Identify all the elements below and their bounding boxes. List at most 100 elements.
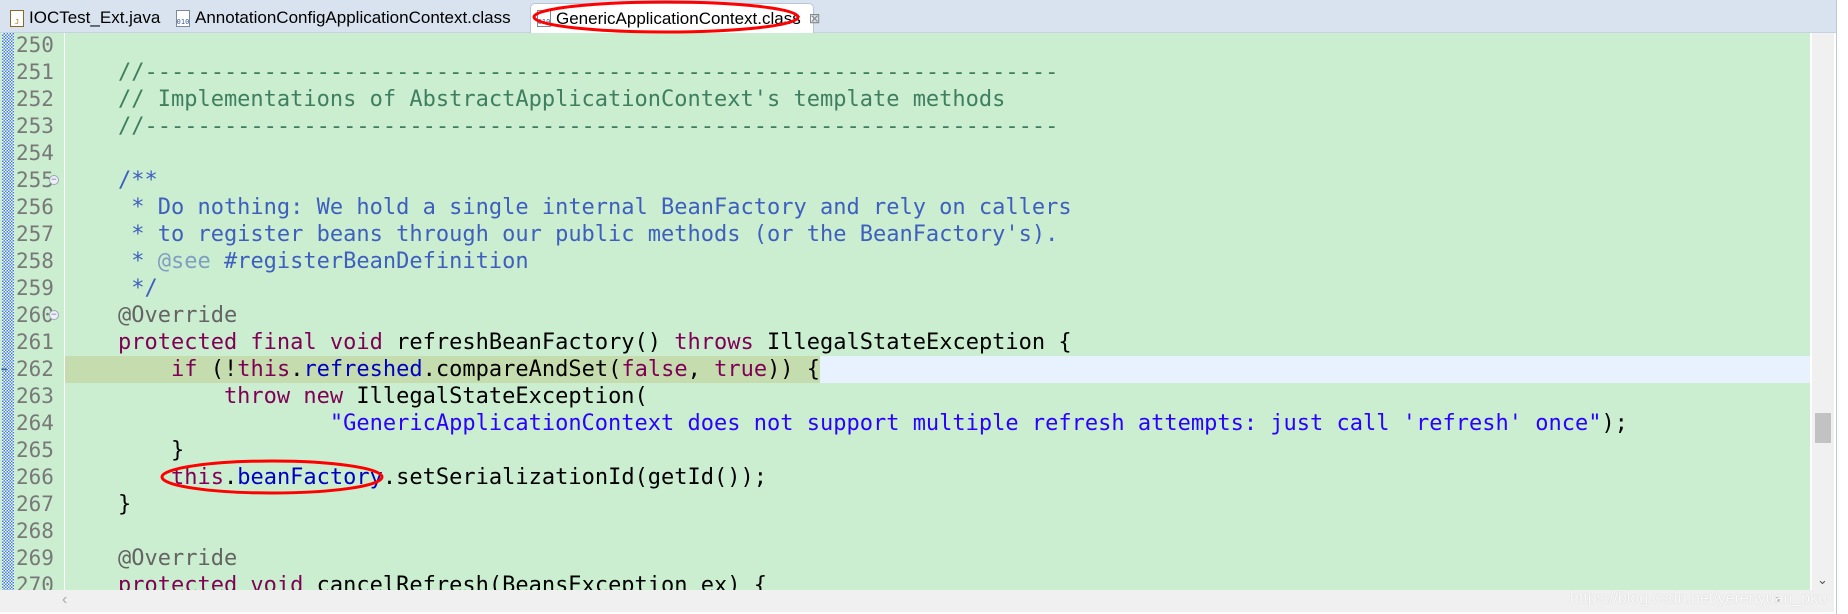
line-number: 266: [16, 465, 54, 489]
line-number: 263: [16, 384, 54, 408]
code-line: 268: [0, 518, 1810, 545]
scroll-left-icon[interactable]: ‹: [62, 591, 67, 609]
editor-tab-bar: J IOCTest_Ext.java 010 AnnotationConfigA…: [0, 0, 1848, 33]
code-text: if (!this.refreshed.compareAndSet(false,…: [65, 356, 820, 383]
code-text: }: [65, 437, 184, 464]
code-line: 269 @Override: [0, 545, 1810, 572]
line-number: 250: [16, 33, 54, 57]
code-token: throw new: [65, 384, 357, 409]
code-line: 263 throw new IllegalStateException(: [0, 383, 1810, 410]
code-token: if: [65, 357, 211, 382]
code-token: beanFactory: [237, 465, 383, 490]
close-tab-icon[interactable]: ⊠: [809, 10, 821, 27]
code-token: * to register beans through our public m…: [65, 222, 1059, 247]
code-text: protected final void refreshBeanFactory(…: [65, 329, 1072, 356]
code-line: 254: [0, 140, 1810, 167]
code-token: "GenericApplicationContext does not supp…: [65, 411, 1602, 436]
code-token: .compareAndSet(: [422, 357, 622, 382]
line-number: 264: [16, 411, 54, 435]
fold-toggle-icon[interactable]: −: [49, 310, 59, 320]
code-line: 258 * @see #registerBeanDefinition: [0, 248, 1810, 275]
code-token: IllegalStateException {: [767, 330, 1072, 355]
scrollbar-thumb[interactable]: [1815, 413, 1831, 443]
code-token: * Do nothing: We hold a single internal …: [65, 195, 1072, 220]
code-token: cancelRefresh(BeansException ex) {: [316, 573, 768, 590]
code-text: @Override: [65, 545, 237, 572]
code-line: 253 //----------------------------------…: [0, 113, 1810, 140]
tab-annotation-config-application-context[interactable]: 010 AnnotationConfigApplicationContext.c…: [170, 3, 526, 33]
tab-label: GenericApplicationContext.class: [556, 8, 801, 28]
code-text: protected void cancelRefresh(BeansExcept…: [65, 572, 767, 590]
code-token: IllegalStateException(: [356, 384, 648, 409]
code-token: this: [65, 465, 224, 490]
code-line: 255− /**: [0, 167, 1810, 194]
code-token: #registerBeanDefinition: [210, 249, 529, 274]
code-text: * to register beans through our public m…: [65, 221, 1058, 248]
code-text: @Override: [65, 302, 237, 329]
java-file-icon: J: [10, 9, 24, 27]
tab-label: AnnotationConfigApplicationContext.class: [195, 8, 511, 27]
code-token: /**: [65, 168, 158, 193]
scroll-down-icon[interactable]: ⌄: [1817, 572, 1828, 588]
code-line: 261 protected final void refreshBeanFact…: [0, 329, 1810, 356]
line-number: 261: [16, 330, 54, 354]
code-line: 266 this.beanFactory.setSerializationId(…: [0, 464, 1810, 491]
code-token: //--------------------------------------…: [65, 60, 1059, 85]
code-text: }: [65, 491, 131, 518]
code-text: //--------------------------------------…: [65, 59, 1058, 86]
gutter-divider: [64, 33, 65, 590]
code-line: 251 //----------------------------------…: [0, 59, 1810, 86]
code-token: protected final void: [65, 330, 397, 355]
code-token: // Implementations of AbstractApplicatio…: [65, 87, 1006, 112]
code-token: ,: [687, 357, 715, 382]
line-number: 257: [16, 222, 54, 246]
code-token: }: [65, 492, 132, 517]
code-text: * @see #registerBeanDefinition: [65, 248, 529, 275]
tab-ioctest-ext-java[interactable]: J IOCTest_Ext.java: [4, 3, 166, 33]
code-token: @Override: [65, 546, 238, 571]
code-editor[interactable]: 250 251 //-------------------------------…: [0, 33, 1810, 590]
line-number: 258: [16, 249, 54, 273]
code-text: /**: [65, 167, 158, 194]
watermark: https://blog.csdn.net/yerenyuan_pku: [1570, 590, 1828, 607]
tab-generic-application-context[interactable]: 010 GenericApplicationContext.class ⊠: [530, 3, 820, 33]
code-token: @see: [157, 249, 211, 274]
line-number: 269: [16, 546, 54, 570]
code-text: throw new IllegalStateException(: [65, 383, 648, 410]
line-number: 265: [16, 438, 54, 462]
code-line: 257 * to register beans through our publ…: [0, 221, 1810, 248]
code-line: 270 protected void cancelRefresh(BeansEx…: [0, 572, 1810, 590]
code-token: }: [65, 438, 185, 463]
code-line: 259 */: [0, 275, 1810, 302]
code-token: refreshed: [303, 357, 423, 382]
line-number: 256: [16, 195, 54, 219]
code-token: .: [223, 465, 238, 490]
code-text: //--------------------------------------…: [65, 113, 1058, 140]
line-number: 259: [16, 276, 54, 300]
code-line: 265 }: [0, 437, 1810, 464]
code-line: 256 * Do nothing: We hold a single inter…: [0, 194, 1810, 221]
vertical-scrollbar[interactable]: ⌄: [1812, 33, 1834, 590]
code-token: *: [65, 249, 158, 274]
line-number: 254: [16, 141, 54, 165]
code-text: // Implementations of AbstractApplicatio…: [65, 86, 1005, 113]
line-number: 252: [16, 87, 54, 111]
line-number: 251: [16, 60, 54, 84]
code-token: true: [714, 357, 768, 382]
code-token: .setSerializationId(getId());: [382, 465, 768, 490]
fold-toggle-icon[interactable]: −: [49, 175, 59, 185]
code-line: 250: [0, 33, 1810, 59]
code-token: @Override: [65, 303, 238, 328]
code-line: 264 "GenericApplicationContext does not …: [0, 410, 1810, 437]
line-number: 268: [16, 519, 54, 543]
code-line: ➡ 262 if (!this.refreshed.compareAndSet(f…: [0, 356, 1810, 383]
line-number: 253: [16, 114, 54, 138]
code-text: this.beanFactory.setSerializationId(getI…: [65, 464, 767, 491]
horizontal-scrollbar[interactable]: ‹ ›: [0, 590, 1834, 612]
code-token: );: [1601, 411, 1628, 436]
code-token: .: [290, 357, 304, 382]
code-token: false: [621, 357, 688, 382]
code-token: throws: [674, 330, 768, 355]
tab-label: IOCTest_Ext.java: [29, 8, 161, 27]
code-token: */: [65, 276, 158, 301]
